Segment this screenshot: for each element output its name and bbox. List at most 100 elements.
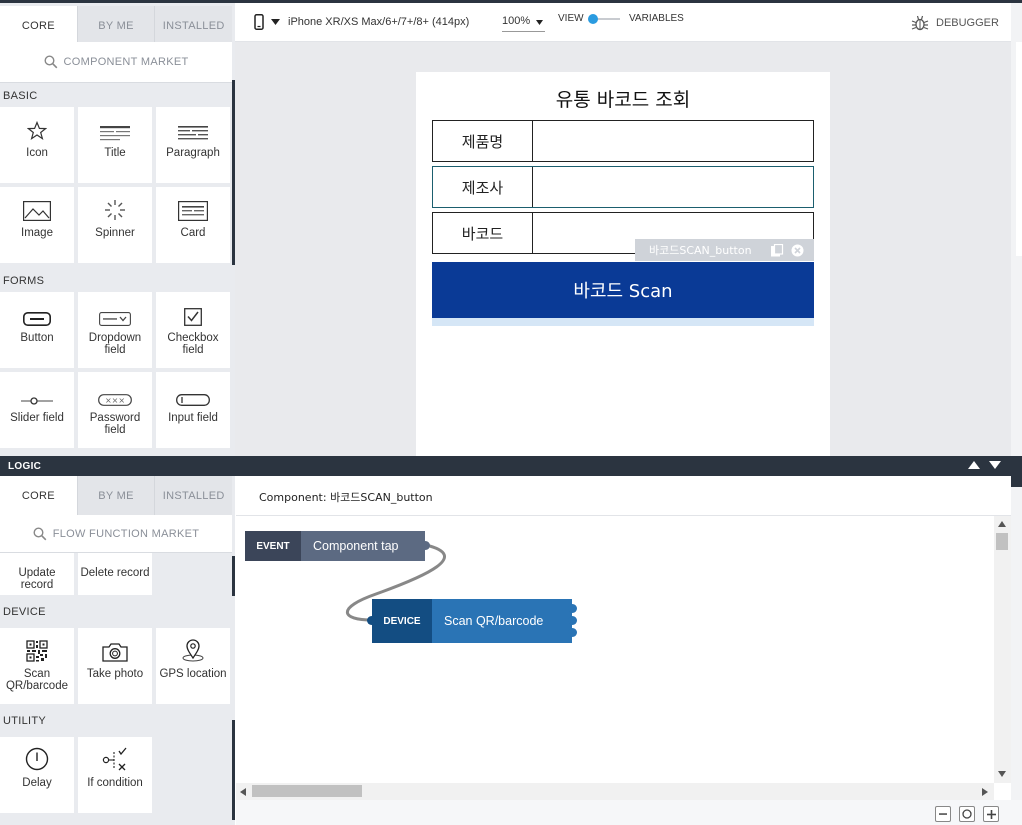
field-label: 제조사 xyxy=(433,167,533,207)
caret-down-icon[interactable] xyxy=(271,19,280,25)
section-utility: UTILITY xyxy=(3,715,47,727)
scroll-thumb[interactable] xyxy=(996,533,1008,550)
device-output-port[interactable] xyxy=(568,604,577,613)
branch-icon xyxy=(102,747,127,771)
selected-component-name: 바코드SCAN_button xyxy=(649,244,752,257)
event-output-port[interactable] xyxy=(421,541,430,550)
field-input[interactable] xyxy=(533,121,813,161)
tab-by-me[interactable]: BY ME xyxy=(76,6,155,45)
component-market-label: COMPONENT MARKET xyxy=(63,56,189,68)
scroll-up-arrow[interactable] xyxy=(998,521,1006,527)
tile-label: Slider field xyxy=(10,412,64,424)
tile-icon[interactable]: Icon xyxy=(0,107,74,183)
tile-card[interactable]: Card xyxy=(156,187,230,263)
tab-installed[interactable]: INSTALLED xyxy=(154,6,232,45)
component-tabs: CORE BY ME INSTALLED xyxy=(0,6,232,45)
tile-checkbox[interactable]: Checkbox field xyxy=(156,292,230,368)
flow-panel-scrollbar[interactable] xyxy=(232,556,235,596)
view-variables-toggle[interactable] xyxy=(588,14,622,24)
tile-paragraph[interactable]: Paragraph xyxy=(156,107,230,183)
scroll-thumb[interactable] xyxy=(252,785,362,797)
scroll-right-arrow[interactable] xyxy=(982,788,988,796)
tile-button[interactable]: Button xyxy=(0,292,74,368)
tile-label: Scan QR/barcode xyxy=(5,668,68,692)
tile-gps-location[interactable]: GPS location xyxy=(156,628,230,704)
component-name: Component: 바코드SCAN_button xyxy=(259,491,433,504)
flow-horizontal-scrollbar[interactable] xyxy=(236,783,994,800)
scroll-left-arrow[interactable] xyxy=(240,788,246,796)
copy-icon[interactable] xyxy=(771,244,784,257)
event-node-name: Component tap xyxy=(301,531,425,561)
tile-delete-record[interactable]: Delete record xyxy=(78,553,152,595)
tile-title[interactable]: Title xyxy=(78,107,152,183)
spinner-icon xyxy=(105,200,125,220)
screen-title[interactable]: 유통 바코드 조회 xyxy=(416,85,830,112)
tab-core[interactable]: CORE xyxy=(0,6,77,45)
selection-highlight xyxy=(432,318,814,326)
scroll-down-arrow[interactable] xyxy=(998,771,1006,777)
field-label: 바코드 xyxy=(433,213,533,253)
component-market-search[interactable]: COMPONENT MARKET xyxy=(0,42,232,83)
input-icon xyxy=(176,394,210,406)
flow-function-panel: CORE BY ME INSTALLED FLOW FUNCTION MARKE… xyxy=(0,476,235,825)
flow-market-label: FLOW FUNCTION MARKET xyxy=(52,527,200,540)
tile-input[interactable]: Input field xyxy=(156,372,230,448)
tile-slider[interactable]: Slider field xyxy=(0,372,74,448)
section-device: DEVICE xyxy=(3,606,46,618)
zoom-value: 100% xyxy=(502,15,531,27)
field-product-name[interactable]: 제품명 xyxy=(432,120,814,162)
component-panel: CORE BY ME INSTALLED COMPONENT MARKET BA… xyxy=(0,3,235,456)
right-rail xyxy=(1011,487,1022,825)
chevron-down-icon[interactable] xyxy=(989,461,1001,469)
debugger-button[interactable]: DEBUGGER xyxy=(911,14,999,32)
field-manufacturer[interactable]: 제조사 xyxy=(432,166,814,208)
flow-vertical-scrollbar[interactable] xyxy=(994,516,1011,783)
field-label: 제품명 xyxy=(433,121,533,161)
tile-scan-qr[interactable]: Scan QR/barcode xyxy=(0,628,74,704)
tile-if-condition[interactable]: If condition xyxy=(78,737,152,813)
image-icon xyxy=(23,201,51,221)
field-input[interactable] xyxy=(533,167,813,207)
tile-image[interactable]: Image xyxy=(0,187,74,263)
device-output-port[interactable] xyxy=(568,628,577,637)
slider-icon xyxy=(21,397,53,405)
tile-label: Title xyxy=(104,147,126,159)
tab-by-me[interactable]: BY ME xyxy=(76,476,155,515)
flow-panel-scrollbar-lower[interactable] xyxy=(232,720,235,820)
password-icon: ××× xyxy=(98,394,132,406)
tile-password[interactable]: ××× Password field xyxy=(78,372,152,448)
tile-update-record[interactable]: Update record xyxy=(0,553,74,595)
bug-icon xyxy=(911,15,929,31)
device-node[interactable]: DEVICE Scan QR/barcode xyxy=(372,599,572,643)
editor-toolbar: iPhone XR/XS Max/6+/7+/8+ (414px) 100% V… xyxy=(235,3,1011,42)
device-output-port[interactable] xyxy=(568,616,577,625)
flow-market-search[interactable]: FLOW FUNCTION MARKET xyxy=(0,515,232,553)
canvas-scroll-thumb[interactable] xyxy=(1016,42,1022,256)
tile-take-photo[interactable]: Take photo xyxy=(78,628,152,704)
tab-installed[interactable]: INSTALLED xyxy=(154,476,232,515)
button-icon xyxy=(23,312,51,326)
zoom-out-button[interactable] xyxy=(935,806,951,822)
tab-core[interactable]: CORE xyxy=(0,476,77,515)
tile-label: Image xyxy=(21,227,53,239)
barcode-scan-button[interactable]: 바코드 Scan xyxy=(432,262,814,318)
tile-label: Password field xyxy=(89,412,141,436)
device-input-port[interactable] xyxy=(367,616,376,625)
event-node-tag: EVENT xyxy=(245,531,301,561)
device-node-name: Scan QR/barcode xyxy=(432,599,572,643)
tile-label: Checkbox field xyxy=(167,332,219,356)
tile-label: GPS location xyxy=(159,668,227,680)
chevron-up-icon[interactable] xyxy=(968,461,980,469)
camera-icon xyxy=(102,643,128,662)
tile-spinner[interactable]: Spinner xyxy=(78,187,152,263)
zoom-select[interactable]: 100% xyxy=(502,15,545,32)
zoom-in-button[interactable] xyxy=(983,806,999,822)
tile-label: Take photo xyxy=(86,668,144,680)
device-select[interactable]: iPhone XR/XS Max/6+/7+/8+ (414px) xyxy=(288,16,469,28)
event-node[interactable]: EVENT Component tap xyxy=(245,531,425,561)
tile-delay[interactable]: Delay xyxy=(0,737,74,813)
zoom-reset-button[interactable] xyxy=(959,806,975,822)
close-icon[interactable] xyxy=(791,244,804,257)
tile-dropdown[interactable]: Dropdown field xyxy=(78,292,152,368)
section-forms: FORMS xyxy=(3,275,45,287)
